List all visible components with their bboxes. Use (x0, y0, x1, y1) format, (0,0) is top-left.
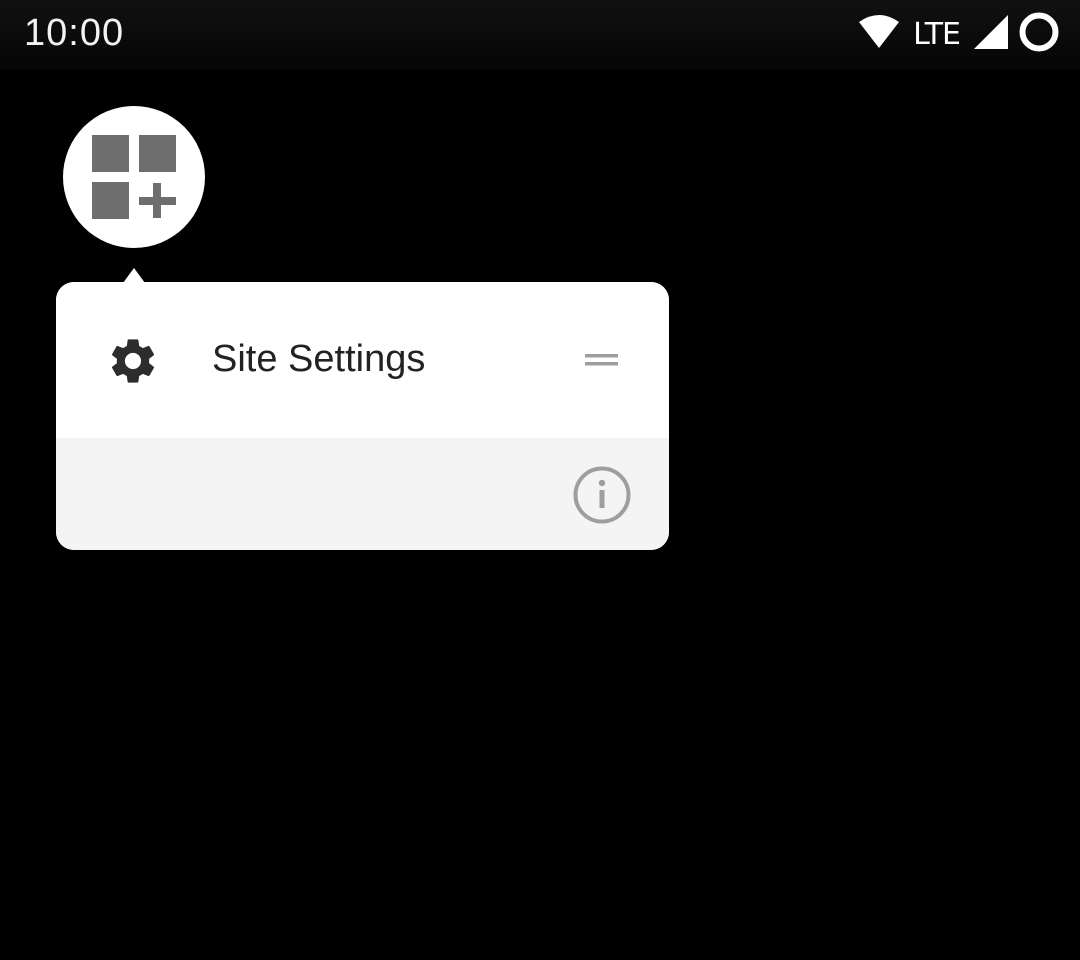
gear-icon (111, 339, 155, 383)
info-icon[interactable] (572, 465, 632, 525)
screen: 10:00 LTE Site Settings (0, 0, 1080, 960)
app-shortcut-icon[interactable] (63, 106, 205, 248)
network-type-label: LTE (913, 16, 961, 52)
status-time: 10:00 (24, 12, 125, 54)
status-bar: 10:00 LTE (0, 0, 1080, 70)
shortcut-item-label: Site Settings (212, 338, 426, 380)
wifi-icon (857, 14, 901, 55)
shortcut-item-site-settings[interactable]: Site Settings (56, 282, 669, 438)
status-icons: LTE (857, 12, 1060, 56)
widgets-add-icon (92, 135, 176, 219)
drag-handle-icon[interactable] (585, 352, 618, 368)
shortcut-popup: Site Settings (56, 282, 669, 550)
cellular-signal-icon (972, 14, 1010, 55)
popup-pointer (123, 268, 145, 283)
battery-ring-icon (1018, 11, 1060, 58)
